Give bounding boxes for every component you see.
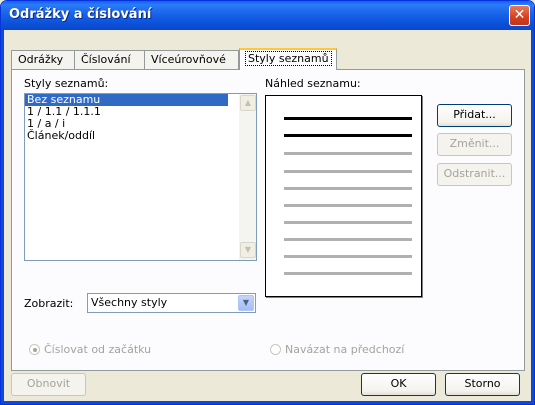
- show-label: Zobrazit:: [24, 297, 74, 310]
- preview-line: [284, 170, 412, 173]
- cancel-button[interactable]: Storno: [445, 373, 520, 396]
- delete-button[interactable]: Odstranit...: [437, 163, 512, 186]
- restart-numbering-radio[interactable]: Číslovat od začátku: [29, 343, 151, 356]
- dialog-title: Odrážky a číslování: [9, 7, 152, 22]
- continue-list-label: Navázat na předchozí: [285, 343, 405, 356]
- preview-line: [284, 152, 412, 155]
- tab-bullets-label: Odrážky: [18, 53, 64, 66]
- up-arrow-icon: ▲: [244, 98, 252, 107]
- close-button[interactable]: ✕: [509, 5, 530, 26]
- preview-line: [284, 272, 412, 275]
- radio-unchecked-icon: [270, 344, 281, 355]
- tab-multilevel-label: Víceúrovňové: [151, 53, 226, 66]
- chevron-down-icon[interactable]: ▼: [238, 295, 254, 311]
- tab-numbering-label: Číslování: [81, 53, 131, 66]
- radio-checked-icon: [29, 344, 40, 355]
- window-frame-right: [531, 30, 534, 404]
- close-icon: ✕: [513, 7, 526, 23]
- list-item[interactable]: Článek/oddíl: [25, 130, 256, 142]
- add-button[interactable]: Přidat...: [437, 104, 512, 127]
- continue-list-radio[interactable]: Navázat na předchozí: [270, 343, 404, 356]
- ok-button[interactable]: OK: [361, 373, 436, 396]
- preview-line: [284, 238, 412, 241]
- list-preview: [265, 95, 422, 297]
- tab-multilevel[interactable]: Víceúrovňové: [144, 50, 239, 69]
- title-bar[interactable]: Odrážky a číslování ✕: [1, 1, 534, 30]
- tab-bullets[interactable]: Odrážky: [11, 50, 75, 69]
- down-arrow-icon: ▼: [244, 245, 252, 254]
- window-frame-left: [1, 30, 4, 404]
- scroll-up-button[interactable]: ▲: [240, 95, 256, 111]
- window-frame-bottom: [1, 401, 534, 404]
- preview-label: Náhled seznamu:: [265, 77, 361, 90]
- show-select[interactable]: Všechny styly ▼: [87, 293, 256, 313]
- preview-line: [284, 117, 412, 120]
- tab-list-styles[interactable]: Styly seznamů: [239, 48, 337, 70]
- dialog-window: Odrážky a číslování ✕ Odrážky Číslování …: [0, 0, 535, 405]
- tab-panel: Styly seznamů: Náhled seznamu: Bez sezna…: [11, 69, 525, 371]
- list-styles-listbox[interactable]: Bez seznamu 1 / 1.1 / 1.1.1 1 / a / i Čl…: [24, 93, 257, 261]
- preview-line: [284, 255, 412, 258]
- tab-numbering[interactable]: Číslování: [74, 50, 145, 69]
- preview-line: [284, 204, 412, 207]
- preview-line: [284, 134, 412, 137]
- vertical-scrollbar[interactable]: ▲ ▼: [239, 94, 256, 260]
- restart-numbering-label: Číslovat od začátku: [44, 343, 152, 356]
- preview-line: [284, 187, 412, 190]
- list-styles-label: Styly seznamů:: [24, 77, 109, 90]
- tab-list-styles-label: Styly seznamů: [245, 51, 332, 66]
- reset-button[interactable]: Obnovit: [11, 373, 86, 396]
- scroll-down-button[interactable]: ▼: [240, 242, 256, 258]
- preview-line: [284, 221, 412, 224]
- show-select-value: Všechny styly: [91, 296, 168, 309]
- modify-button[interactable]: Změnit...: [437, 133, 512, 156]
